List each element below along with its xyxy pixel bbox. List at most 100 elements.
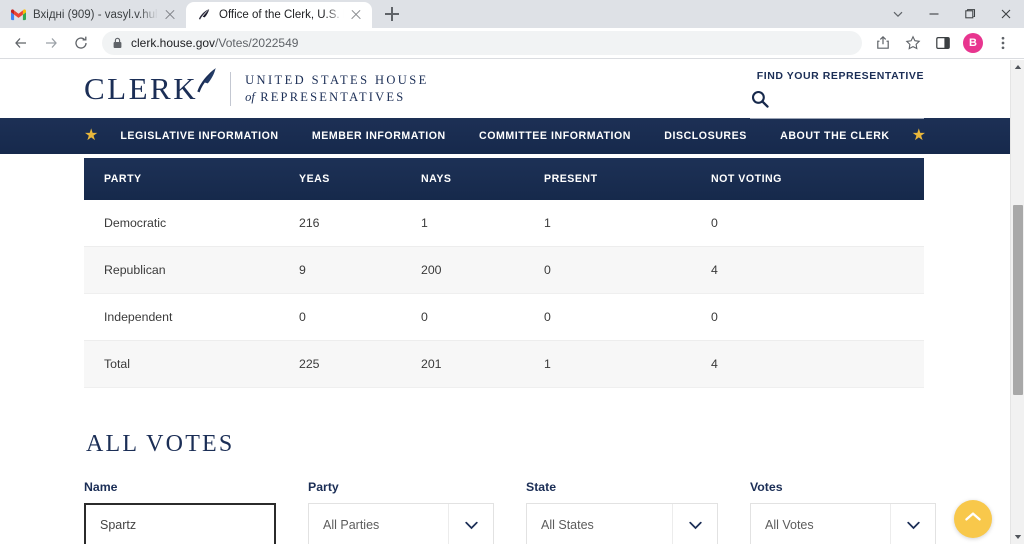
name-search-input[interactable]: Spartz xyxy=(84,503,276,544)
cell-yeas: 225 xyxy=(299,340,421,388)
chevron-down-icon[interactable] xyxy=(890,504,935,544)
scrollbar-thumb[interactable] xyxy=(1013,205,1023,395)
cell-not-voting: 0 xyxy=(711,200,924,247)
cell-party: Independent xyxy=(84,293,299,341)
chevron-down-icon[interactable] xyxy=(672,504,717,544)
table-row-total: Total 225 201 1 4 xyxy=(84,340,924,388)
tab-search-chevron-down-icon[interactable] xyxy=(880,0,916,28)
filter-votes: Votes All Votes xyxy=(750,480,936,544)
tab-strip: Вхідні (909) - vasyl.v.hulai@lpnu Office… xyxy=(0,0,1024,28)
site-navigation: ★ LEGISLATIVE INFORMATION MEMBER INFORMA… xyxy=(0,118,1010,154)
nav-item-committee-information[interactable]: COMMITTEE INFORMATION xyxy=(479,130,631,142)
nav-item-disclosures[interactable]: DISCLOSURES xyxy=(664,130,747,142)
page-scrollbar[interactable] xyxy=(1010,60,1024,544)
cell-not-voting: 4 xyxy=(711,340,924,388)
tab-close-icon[interactable] xyxy=(348,7,364,23)
cell-present: 0 xyxy=(544,246,711,294)
chevron-up-icon xyxy=(964,510,982,528)
logo-subtitle-line2: of REPRESENTATIVES xyxy=(245,89,429,106)
forward-arrow-icon[interactable] xyxy=(36,29,66,57)
browser-tab-gmail[interactable]: Вхідні (909) - vasyl.v.hulai@lpnu xyxy=(0,2,186,28)
table-header: PARTY YEAS NAYS PRESENT NOT VOTING xyxy=(84,158,924,200)
table-body: Democratic 216 1 1 0 Republican 9 200 0 … xyxy=(84,200,924,388)
find-representative-search-row[interactable] xyxy=(750,89,924,119)
nav-items: LEGISLATIVE INFORMATION MEMBER INFORMATI… xyxy=(98,130,911,142)
column-header-nays: NAYS xyxy=(421,158,544,200)
star-icon-right: ★ xyxy=(911,127,926,144)
browser-toolbar: clerk.house.gov/Votes/2022549 B xyxy=(0,28,1024,59)
cell-party: Republican xyxy=(84,246,299,294)
site-logo[interactable]: CLERK UNITED STATES HOUSE of REPRESENTAT… xyxy=(84,67,429,107)
side-panel-icon[interactable] xyxy=(928,29,958,57)
column-header-present: PRESENT xyxy=(544,158,711,200)
search-icon[interactable] xyxy=(750,89,770,114)
kebab-menu-icon[interactable] xyxy=(988,29,1018,57)
state-select[interactable]: All States xyxy=(526,503,718,544)
window-controls xyxy=(880,0,1024,28)
party-select[interactable]: All Parties xyxy=(308,503,494,544)
back-arrow-icon[interactable] xyxy=(6,29,36,57)
minimize-icon[interactable] xyxy=(916,0,952,28)
reload-icon[interactable] xyxy=(66,29,96,57)
party-select-value: All Parties xyxy=(323,518,380,532)
browser-tab-clerk[interactable]: Office of the Clerk, U.S. House of xyxy=(186,2,372,28)
vote-totals-table: PARTY YEAS NAYS PRESENT NOT VOTING Democ… xyxy=(84,158,924,388)
nav-item-member-information[interactable]: MEMBER INFORMATION xyxy=(312,130,446,142)
scroll-up-arrow-icon[interactable] xyxy=(1011,60,1024,74)
nav-item-about-the-clerk[interactable]: ABOUT THE CLERK xyxy=(780,130,889,142)
name-search-value: Spartz xyxy=(100,518,137,532)
logo-subtitle-representatives: REPRESENTATIVES xyxy=(260,90,406,104)
cell-nays: 200 xyxy=(421,246,544,294)
gmail-icon xyxy=(10,7,26,23)
filter-name: Name Spartz xyxy=(84,480,276,544)
scroll-down-arrow-icon[interactable] xyxy=(1011,530,1024,544)
close-icon[interactable] xyxy=(988,0,1024,28)
maximize-icon[interactable] xyxy=(952,0,988,28)
quill-icon xyxy=(196,7,212,23)
find-your-representative[interactable]: FIND YOUR REPRESENTATIVE xyxy=(750,70,924,119)
logo-subtitle-line1: UNITED STATES HOUSE xyxy=(245,73,429,88)
filter-votes-label: Votes xyxy=(750,480,783,494)
state-select-value: All States xyxy=(541,518,594,532)
bookmark-star-icon[interactable] xyxy=(898,29,928,57)
filter-name-label: Name xyxy=(84,480,118,494)
column-header-yeas: YEAS xyxy=(299,158,421,200)
back-to-top-button[interactable] xyxy=(954,500,992,538)
cell-not-voting: 0 xyxy=(711,293,924,341)
vote-filters: Name Spartz Party All Parties State All … xyxy=(84,480,936,544)
column-header-party: PARTY xyxy=(84,158,299,200)
logo-wordmark: CLERK xyxy=(84,71,199,106)
table-row: Democratic 216 1 1 0 xyxy=(84,200,924,247)
url-path: /Votes/2022549 xyxy=(215,36,299,50)
votes-select-value: All Votes xyxy=(765,518,814,532)
profile-avatar[interactable]: B xyxy=(958,29,988,57)
avatar-initial: B xyxy=(963,33,983,53)
share-icon[interactable] xyxy=(868,29,898,57)
new-tab-button[interactable] xyxy=(378,0,406,28)
logo-subtitle-of: of xyxy=(245,90,255,104)
tab-close-icon[interactable] xyxy=(162,7,178,23)
browser-window: Вхідні (909) - vasyl.v.hulai@lpnu Office… xyxy=(0,0,1024,544)
cell-nays: 1 xyxy=(421,200,544,247)
cell-present: 0 xyxy=(544,293,711,341)
filter-state-label: State xyxy=(526,480,557,494)
logo-subtitle: UNITED STATES HOUSE of REPRESENTATIVES xyxy=(245,72,429,106)
cell-party: Democratic xyxy=(84,200,299,247)
cell-yeas: 0 xyxy=(299,293,421,341)
chevron-down-icon[interactable] xyxy=(448,504,493,544)
page-viewport: CLERK UNITED STATES HOUSE of REPRESENTAT… xyxy=(0,60,1010,544)
quill-icon xyxy=(192,66,218,101)
table-row: Republican 9 200 0 4 xyxy=(84,246,924,294)
table-row: Independent 0 0 0 0 xyxy=(84,293,924,341)
column-header-not-voting: NOT VOTING xyxy=(711,158,924,200)
browser-tab-title: Вхідні (909) - vasyl.v.hulai@lpnu xyxy=(33,9,158,21)
lock-icon xyxy=(112,37,123,49)
find-representative-label: FIND YOUR REPRESENTATIVE xyxy=(756,70,924,82)
all-votes-heading: ALL VOTES xyxy=(86,431,235,457)
cell-present: 1 xyxy=(544,200,711,247)
url-host: clerk.house.gov xyxy=(131,36,216,50)
nav-item-legislative-information[interactable]: LEGISLATIVE INFORMATION xyxy=(120,130,278,142)
cell-yeas: 216 xyxy=(299,200,421,247)
votes-select[interactable]: All Votes xyxy=(750,503,936,544)
address-bar[interactable]: clerk.house.gov/Votes/2022549 xyxy=(102,31,862,55)
